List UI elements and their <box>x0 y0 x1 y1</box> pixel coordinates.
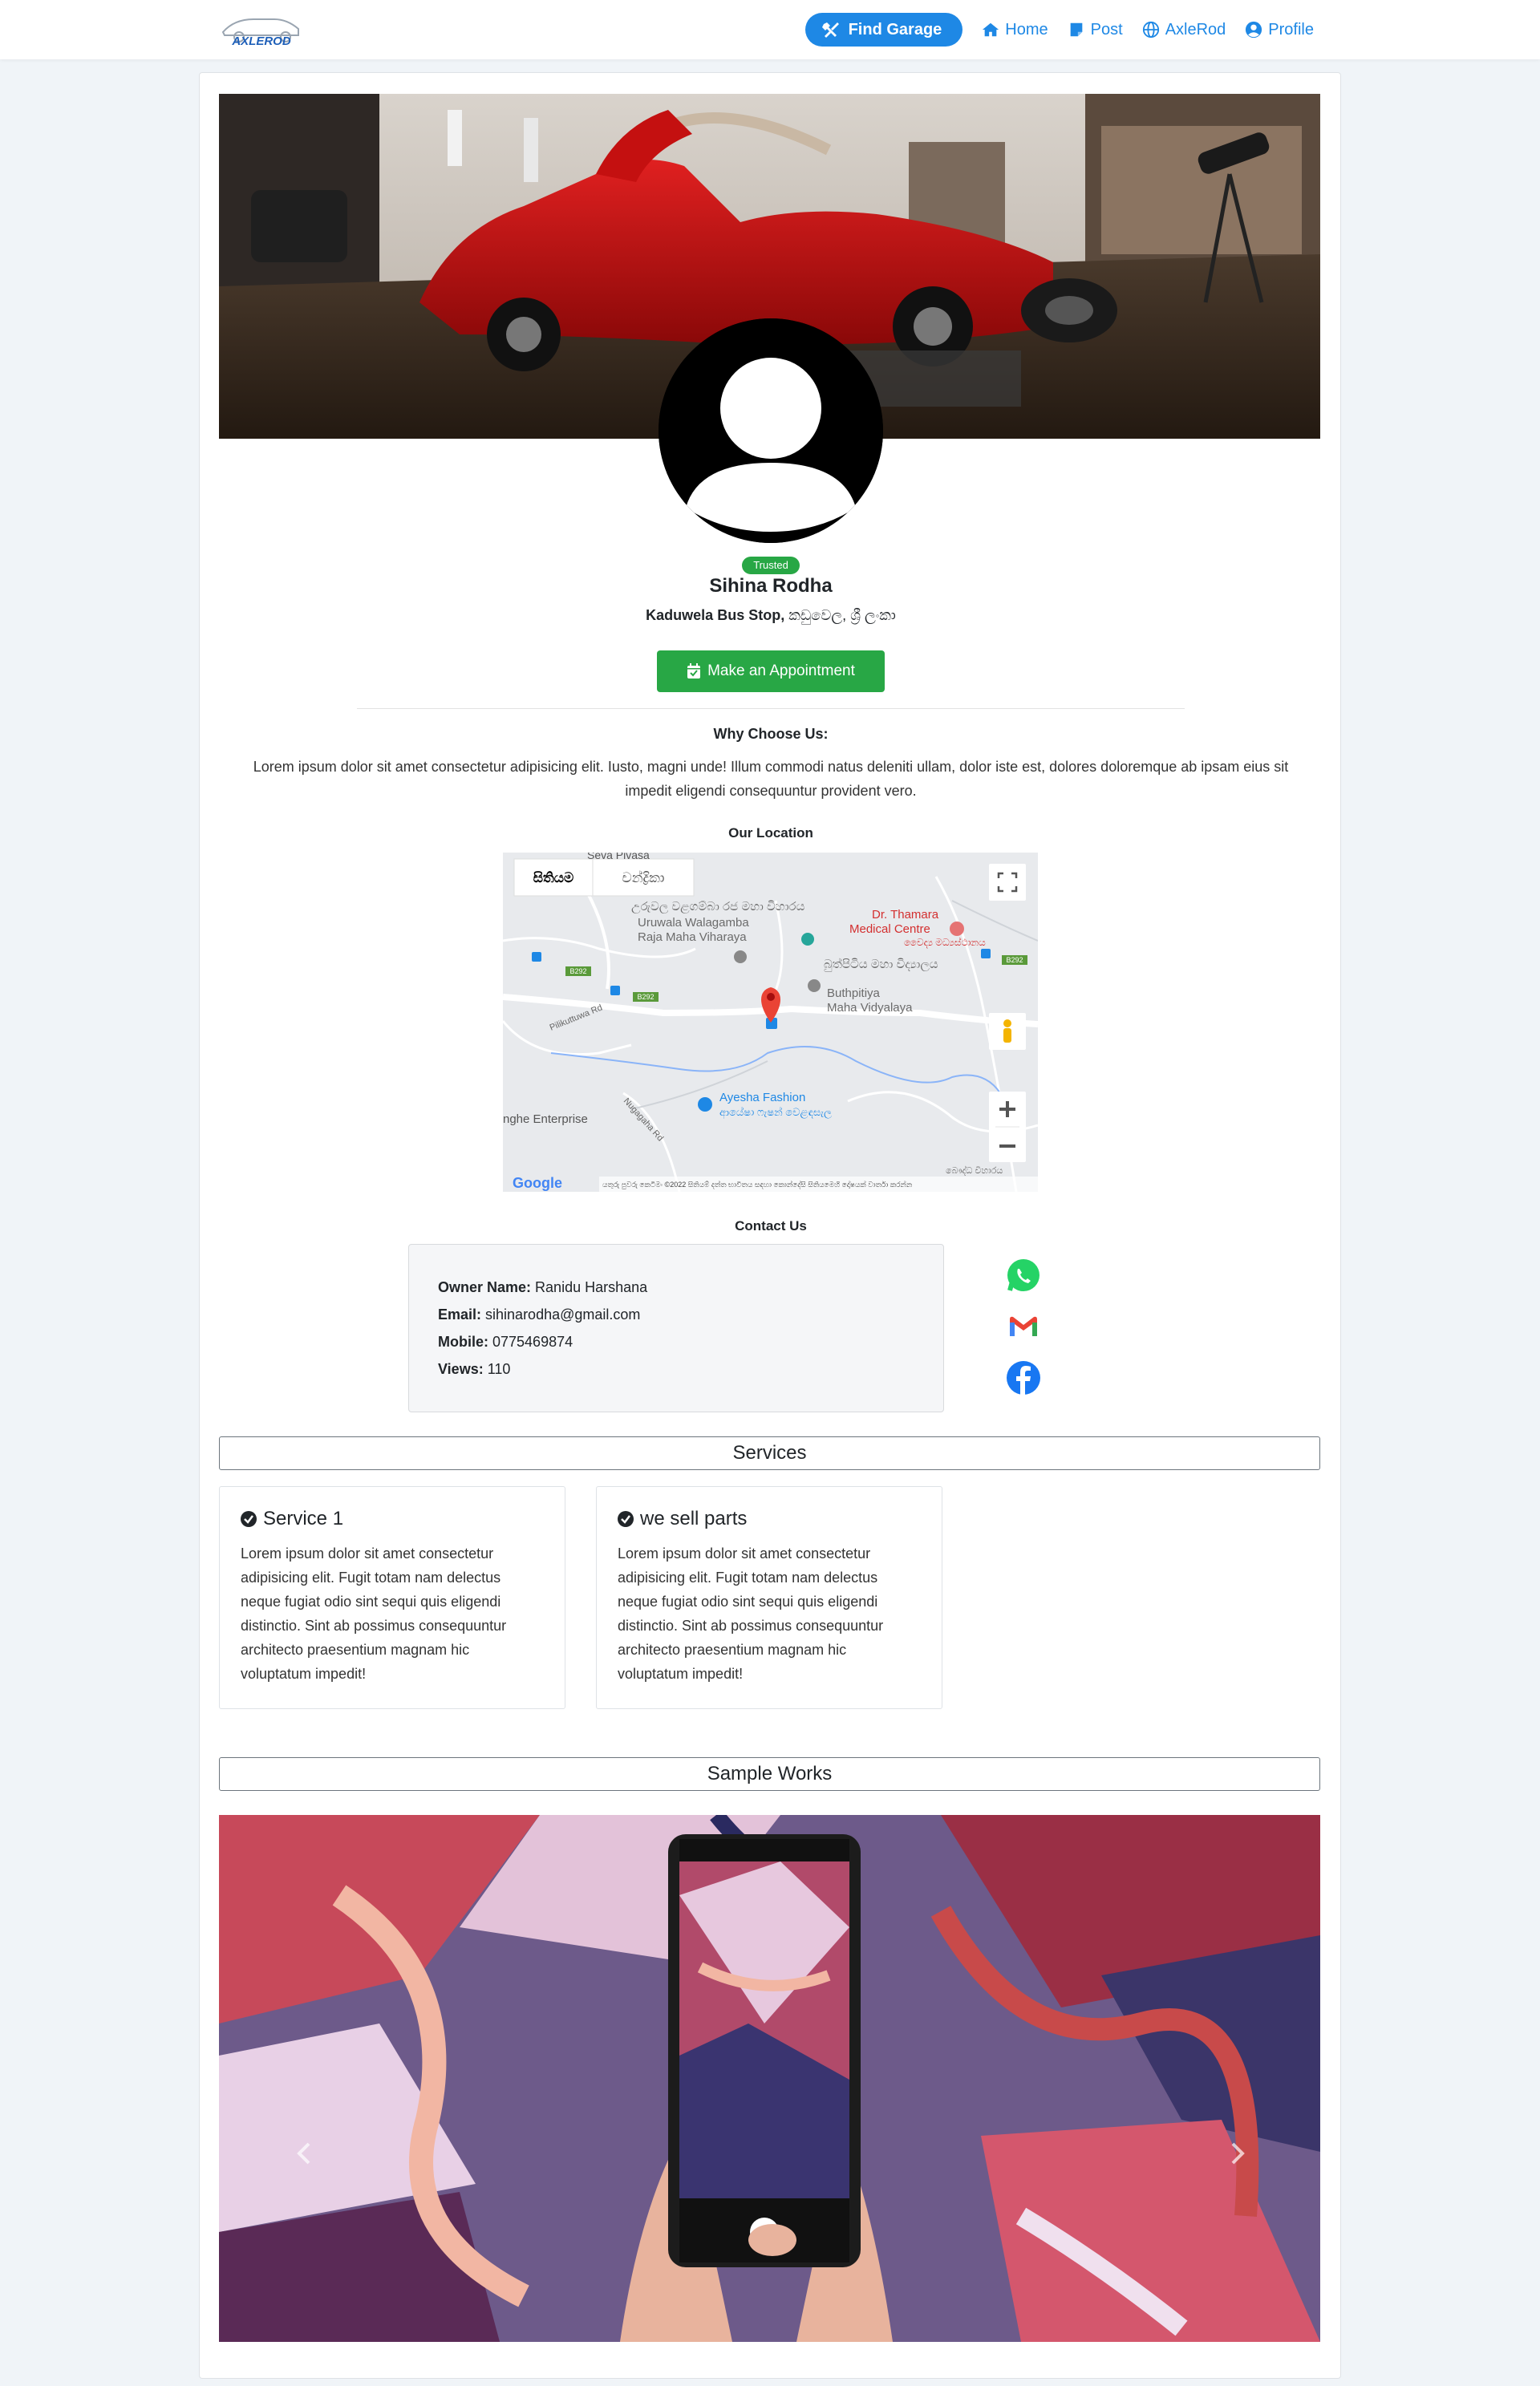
sample-works-heading: Sample Works <box>219 1757 1320 1791</box>
nav-axlerod[interactable]: AxleRod <box>1142 21 1226 39</box>
nav-post[interactable]: Post <box>1068 21 1123 39</box>
divider <box>357 708 1185 709</box>
post-icon <box>1070 22 1082 37</box>
map-label-seva: Seva Pivasa <box>587 853 650 861</box>
nav-profile-label: Profile <box>1268 20 1314 38</box>
mobile-label: Mobile: <box>438 1334 488 1350</box>
find-garage-label: Find Garage <box>848 20 942 38</box>
location-title: Our Location <box>728 825 813 841</box>
map-label-school-si: බුත්පිටිය මහා විද්‍යාලය <box>824 957 938 972</box>
carousel-prev-button[interactable] <box>293 2139 317 2168</box>
views-row: Views: 110 <box>438 1355 914 1383</box>
facebook-icon <box>1007 1361 1040 1395</box>
nav-post-label: Post <box>1090 20 1123 38</box>
service-title-row: we sell parts <box>618 1508 921 1530</box>
address-rest: කඩුවෙල, ශ්‍රී ලංකා <box>784 607 896 623</box>
home-icon <box>983 22 999 37</box>
service-card: we sell parts Lorem ipsum dolor sit amet… <box>596 1486 942 1709</box>
garage-address: Kaduwela Bus Stop, කඩුවෙල, ශ්‍රී ලංකා <box>200 607 1342 624</box>
svg-text:AXLEROD: AXLEROD <box>231 34 291 48</box>
owner-label: Owner Name: <box>438 1279 532 1295</box>
chevron-left-icon <box>297 2142 310 2165</box>
user-circle-icon <box>1246 21 1262 38</box>
map-label-school-en1: Buthpitiya <box>827 986 881 1000</box>
navbar: AXLEROD Find Garage Home Post AxleRod Pr… <box>0 0 1540 59</box>
map-label-temple-en2: Raja Maha Viharaya <box>638 930 747 944</box>
whatsapp-link[interactable] <box>1005 1257 1042 1294</box>
nav-home[interactable]: Home <box>982 21 1048 39</box>
map-label-enterprise: nghe Enterprise <box>503 1112 588 1126</box>
views-value: 110 <box>483 1361 511 1377</box>
contact-box: Owner Name: Ranidu Harshana Email: sihin… <box>408 1244 944 1412</box>
contact-title: Contact Us <box>735 1218 807 1234</box>
make-appointment-button[interactable]: Make an Appointment <box>657 650 885 692</box>
check-circle-icon <box>618 1511 634 1527</box>
map-label-temple-en1: Uruwala Walagamba <box>638 916 749 930</box>
why-choose-text: Lorem ipsum dolor sit amet consectetur a… <box>253 759 1289 799</box>
service-card: Service 1 Lorem ipsum dolor sit amet con… <box>219 1486 565 1709</box>
carousel-next-button[interactable] <box>1225 2139 1249 2168</box>
garage-profile-card: Trusted Sihina Rodha Kaduwela Bus Stop, … <box>199 72 1341 2379</box>
mobile-value: 0775469874 <box>488 1334 573 1350</box>
whatsapp-icon <box>1007 1259 1040 1291</box>
service-title: we sell parts <box>640 1508 748 1529</box>
owner-row: Owner Name: Ranidu Harshana <box>438 1274 914 1301</box>
make-appointment-label: Make an Appointment <box>707 662 855 679</box>
trusted-badge: Trusted <box>742 557 800 574</box>
views-label: Views: <box>438 1361 484 1377</box>
map-label-fashion-si: ආයේෂා ෆැෂන් වෙළඳසැල <box>719 1106 832 1119</box>
check-circle-icon <box>241 1511 257 1527</box>
location-map[interactable]: සිතියම චන්ද්‍රිකා Seva Pivasa උරුවල වළගම… <box>503 853 1038 1192</box>
map-label-fashion-en: Ayesha Fashion <box>719 1091 805 1104</box>
service-title-row: Service 1 <box>241 1508 544 1530</box>
map-label-medical1: Dr. Thamara <box>872 908 939 922</box>
map-tab-satellite[interactable]: චන්ද්‍රිකා <box>622 870 665 885</box>
why-choose-title: Why Choose Us: <box>713 726 829 742</box>
chevron-right-icon <box>1231 2142 1245 2165</box>
gmail-icon <box>1010 1316 1037 1336</box>
email-value: sihinarodha@gmail.com <box>481 1306 641 1323</box>
map-road-shield-1: B292 <box>569 967 586 975</box>
mobile-row: Mobile: 0775469874 <box>438 1328 914 1355</box>
email-row: Email: sihinarodha@gmail.com <box>438 1301 914 1328</box>
map-label-medical2: Medical Centre <box>849 922 930 936</box>
map-google-logo: Google <box>513 1175 562 1191</box>
calendar-check-icon <box>687 663 701 679</box>
globe-icon <box>1142 21 1159 38</box>
service-description: Lorem ipsum dolor sit amet consectetur a… <box>241 1545 507 1682</box>
email-label: Email: <box>438 1306 482 1323</box>
map-label-school-en2: Maha Vidyalaya <box>827 1001 913 1015</box>
nav-home-label: Home <box>1005 20 1048 38</box>
sample-works-carousel[interactable] <box>219 1815 1320 2342</box>
services-heading: Services <box>219 1436 1320 1470</box>
nav-axlerod-label: AxleRod <box>1165 20 1226 38</box>
service-description: Lorem ipsum dolor sit amet consectetur a… <box>618 1545 884 1682</box>
map-label-corner: බෞද්ධ විහාරය <box>946 1165 1003 1176</box>
map-label-temple-si: උරුවල වළගම්බා රජ මහා විහාරය <box>631 900 805 913</box>
map-road-shield-2: B292 <box>637 993 654 1001</box>
profile-avatar <box>659 318 883 543</box>
service-title: Service 1 <box>263 1508 344 1529</box>
tools-icon <box>821 22 839 38</box>
pegman-icon <box>1003 1019 1011 1027</box>
gmail-link[interactable] <box>1005 1308 1042 1345</box>
map-label-medical-si: වෛද්‍ය මධ්‍යස්ථානය <box>904 937 986 948</box>
nav-profile[interactable]: Profile <box>1245 21 1314 39</box>
map-attribution: යතුරු පුවරු කෙටිමං ©2022 සිතියම් දත්ත භා… <box>602 1181 912 1189</box>
owner-value: Ranidu Harshana <box>531 1279 648 1295</box>
find-garage-button[interactable]: Find Garage <box>804 13 963 47</box>
facebook-link[interactable] <box>1005 1359 1042 1396</box>
map-road-shield-3: B292 <box>1006 956 1023 964</box>
address-bold: Kaduwela Bus Stop, <box>646 607 785 623</box>
map-fullscreen-button[interactable] <box>989 864 1026 901</box>
map-tab-map[interactable]: සිතියම <box>533 870 573 885</box>
garage-name: Sihina Rodha <box>709 575 833 597</box>
axlerod-logo[interactable]: AXLEROD <box>218 8 305 53</box>
